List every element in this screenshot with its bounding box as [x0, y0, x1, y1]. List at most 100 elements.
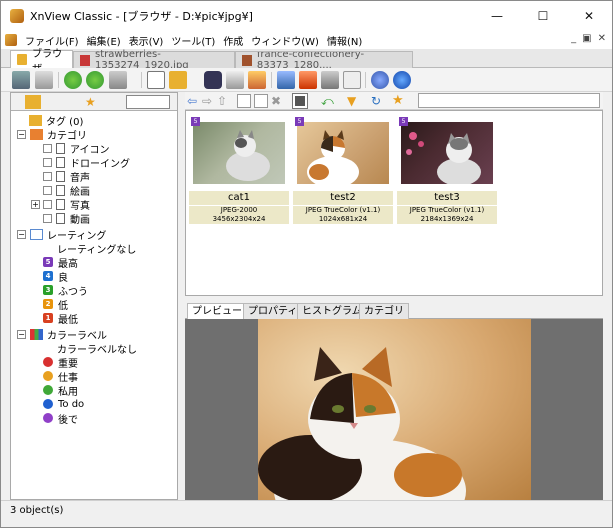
slideshow-create-icon[interactable]: [299, 71, 317, 89]
new-document-icon[interactable]: [147, 71, 165, 89]
color-label-icon: [30, 328, 43, 340]
menu-window[interactable]: ウィンドウ(W): [251, 33, 319, 48]
mdi-restore-icon[interactable]: ▣: [582, 33, 591, 44]
status-bar: 3 object(s): [1, 500, 612, 527]
tree-node-tags[interactable]: タグ (0): [29, 113, 83, 128]
tab-histogram[interactable]: ヒストグラム: [297, 303, 367, 319]
tree-node-color-label[interactable]: − カラーラベル: [17, 327, 107, 342]
thumbnail-info: JPEG TrueColor (v1.1) 2184x1369x24: [397, 206, 497, 224]
tree-item-no-color[interactable]: カラーラベルなし: [57, 341, 137, 356]
print-icon[interactable]: [226, 71, 244, 89]
up-arrow-icon[interactable]: ⇧: [217, 94, 231, 108]
tree-item-rating-1[interactable]: 1 最低: [43, 311, 78, 326]
tree-item-rating-3[interactable]: 3 ふつう: [43, 283, 88, 298]
tab-preview[interactable]: プレビュー: [187, 303, 247, 319]
tree-node-category[interactable]: − カテゴリ: [17, 127, 87, 142]
rating-icon: [30, 228, 43, 240]
path-combobox[interactable]: [418, 93, 600, 108]
settings-gear-icon[interactable]: [371, 71, 389, 89]
calendar-icon[interactable]: [343, 71, 361, 89]
copy-to-icon[interactable]: [237, 94, 251, 108]
tree-item-rating-4[interactable]: 4良: [43, 269, 68, 284]
refresh-back-icon[interactable]: [64, 71, 82, 89]
tree-item-audio[interactable]: 音声: [43, 169, 90, 184]
tree-item-todo[interactable]: To do: [43, 397, 84, 411]
document-icon: [56, 142, 65, 154]
tree-item-painting[interactable]: 絵画: [43, 183, 90, 198]
document-icon: [56, 170, 65, 182]
rating-badge: 5: [399, 117, 408, 126]
back-arrow-icon[interactable]: ⇦: [187, 94, 201, 108]
expand-toggle-icon[interactable]: +: [31, 199, 40, 209]
mdi-close-icon[interactable]: ✕: [598, 33, 606, 44]
rating-badge-icon: 4: [43, 271, 53, 281]
maximize-button[interactable]: ☐: [520, 1, 566, 31]
checkbox[interactable]: [43, 143, 52, 153]
tree-node-rating[interactable]: − レーティング: [17, 227, 106, 242]
open-folder-icon[interactable]: [169, 71, 187, 89]
collapse-toggle-icon[interactable]: −: [17, 329, 26, 339]
thumbnail-image: [193, 122, 285, 184]
app-icon: [10, 9, 24, 23]
tree-item-rating-5[interactable]: 5 最高: [43, 255, 78, 270]
tree-item-video[interactable]: 動画: [43, 211, 90, 226]
system-menu-icon[interactable]: [5, 34, 17, 46]
filter-icon[interactable]: ▼: [347, 94, 361, 108]
tree-item-photo[interactable]: + 写真: [31, 197, 90, 212]
sync-icon[interactable]: ↻: [371, 94, 385, 108]
folder-tree-pane: ★ タグ (0) − カテゴリ アイコン ドローイング 音声 絵画 + 写真 動画…: [10, 92, 178, 500]
close-button[interactable]: ✕: [566, 1, 612, 31]
sort-icon[interactable]: ⤺: [321, 94, 335, 108]
refresh-icon[interactable]: [86, 71, 104, 89]
menu-view[interactable]: 表示(V): [129, 33, 164, 48]
preview-pane: [185, 319, 603, 528]
tree-item-drawing[interactable]: ドローイング: [43, 155, 130, 170]
tree-item-work[interactable]: 仕事: [43, 369, 78, 384]
view-mode-icon[interactable]: [292, 93, 308, 109]
category-tab[interactable]: [126, 95, 170, 109]
tab-strawberries[interactable]: strawberries-1353274_1920.jpg: [73, 49, 235, 71]
tab-properties[interactable]: プロパティ: [243, 303, 303, 319]
move-to-icon[interactable]: [254, 94, 268, 108]
menu-edit[interactable]: 編集(E): [87, 33, 121, 48]
title-bar[interactable]: XnView Classic - [ブラウザ - D:¥pic¥jpg¥] — …: [1, 1, 612, 31]
checkbox[interactable]: [43, 185, 52, 195]
collapse-toggle-icon[interactable]: −: [17, 129, 26, 139]
browser-view-icon[interactable]: [12, 71, 30, 89]
delete-x-icon[interactable]: ✖: [271, 94, 285, 108]
tab-browser[interactable]: ブラウザ: [10, 49, 73, 75]
menu-tools[interactable]: ツール(T): [171, 33, 215, 48]
collapse-toggle-icon[interactable]: −: [17, 229, 26, 239]
capture-icon[interactable]: [277, 71, 295, 89]
mdi-minimize-icon[interactable]: _: [571, 33, 576, 44]
tree-item-rating-2[interactable]: 2低: [43, 297, 68, 312]
favorites-star-icon[interactable]: ★: [85, 95, 101, 109]
menu-create[interactable]: 作成: [223, 33, 243, 48]
info-icon[interactable]: [393, 71, 411, 89]
folders-tab-icon[interactable]: [25, 95, 41, 109]
fullscreen-icon[interactable]: [35, 71, 53, 89]
browser-toolbar: ⇦ ⇨ ⇧ ✖ ⤺ ▼ ↻ ★: [185, 92, 603, 110]
tree-item-no-rating[interactable]: レーティングなし: [57, 241, 136, 256]
checkbox[interactable]: [43, 171, 52, 181]
rating-filter-star-icon[interactable]: ★: [392, 94, 406, 108]
convert-icon[interactable]: [321, 71, 339, 89]
cat-image: [307, 130, 359, 188]
menu-info[interactable]: 情報(N): [327, 33, 362, 48]
tree-item-personal[interactable]: 私用: [43, 383, 78, 398]
tab-category[interactable]: カテゴリ: [359, 303, 409, 319]
document-icon: [56, 184, 65, 196]
scan-icon[interactable]: [248, 71, 266, 89]
minimize-button[interactable]: —: [474, 1, 520, 31]
tree-item-later[interactable]: 後で: [43, 411, 78, 426]
checkbox[interactable]: [43, 199, 52, 209]
checkbox[interactable]: [43, 157, 52, 167]
tree-item-important[interactable]: 重要: [43, 355, 78, 370]
checkbox[interactable]: [43, 213, 52, 223]
forward-arrow-icon[interactable]: ⇨: [202, 94, 216, 108]
thumbnail-name: test3: [397, 191, 497, 205]
slideshow-icon[interactable]: [109, 71, 127, 89]
binoculars-icon[interactable]: [204, 71, 222, 89]
tab-france-confectionery[interactable]: france-confectionery-83373_1280....: [235, 51, 413, 68]
tree-item-icon[interactable]: アイコン: [43, 141, 110, 156]
